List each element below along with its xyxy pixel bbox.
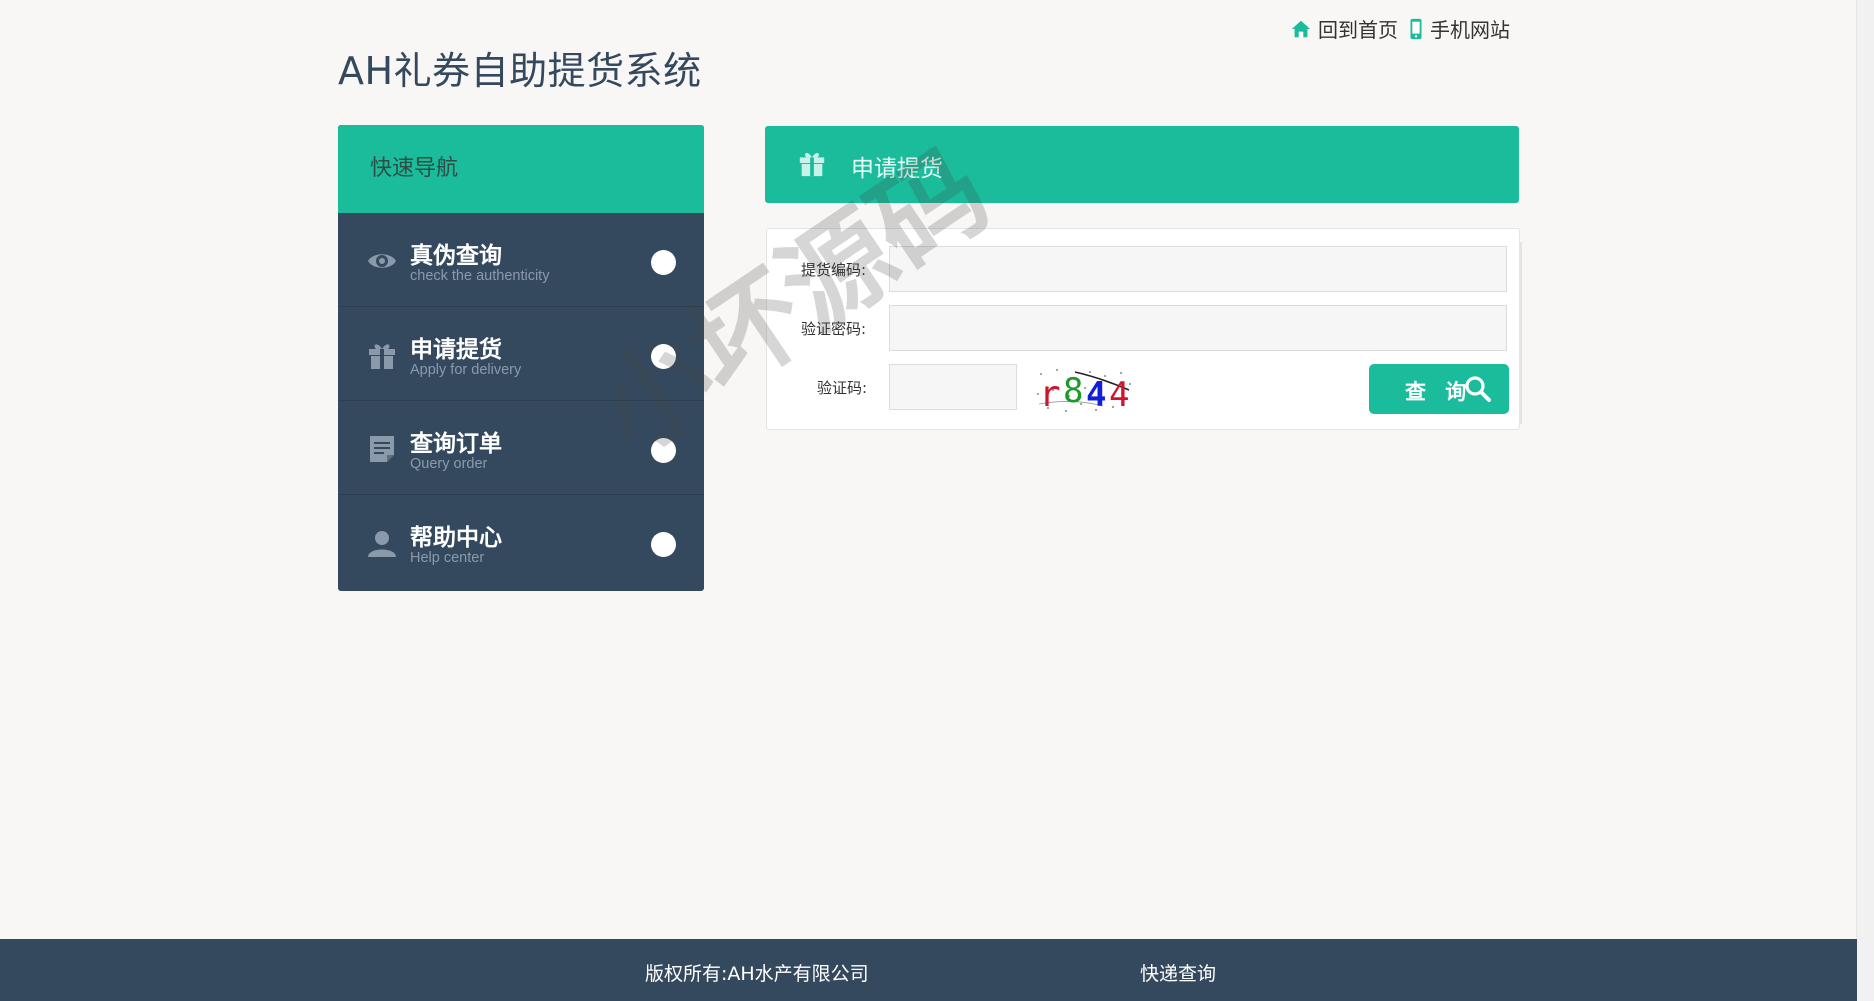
search-icon — [1465, 376, 1491, 402]
mobile-phone-icon — [1410, 18, 1422, 39]
copyright-text: 版权所有:AH水产有限公司 — [645, 963, 869, 985]
eye-icon — [368, 254, 396, 268]
query-button-label: 查 询 — [1405, 380, 1473, 404]
top-links: 回到首页 手机网站 — [1290, 14, 1520, 43]
nav-item-help-center[interactable]: 帮助中心 Help center — [338, 495, 704, 588]
nav-item-title: 帮助中心 — [410, 525, 502, 551]
nav-item-query-order[interactable]: 查询订单 Query order — [338, 401, 704, 495]
nav-item-indicator — [651, 344, 676, 369]
nav-item-title: 查询订单 — [410, 431, 502, 457]
nav-item-indicator — [651, 532, 676, 557]
quick-nav-header: 快速导航 — [338, 125, 704, 213]
panel-title: 申请提货 — [851, 156, 943, 182]
nav-item-authenticity[interactable]: 真伪查询 check the authenticity — [338, 213, 704, 307]
verify-password-input[interactable] — [889, 305, 1507, 351]
home-link-label: 回到首页 — [1318, 18, 1398, 42]
apply-delivery-panel-header: 申请提货 — [765, 126, 1519, 203]
home-icon — [1291, 20, 1311, 37]
vertical-scrollbar[interactable] — [1856, 0, 1874, 1001]
home-link[interactable]: 回到首页 — [1290, 14, 1398, 43]
nav-item-title: 真伪查询 — [410, 243, 502, 269]
nav-item-subtitle: Help center — [410, 550, 485, 566]
delivery-code-label: 提货编码: — [801, 261, 867, 279]
site-title: AH礼券自助提货系统 — [338, 49, 702, 93]
mobile-site-label: 手机网站 — [1430, 18, 1510, 42]
svg-text:8: 8 — [1063, 371, 1083, 411]
delivery-form: 提货编码: 验证密码: 验证码: r 8 4 4 查 询 — [766, 228, 1520, 430]
nav-item-subtitle: Query order — [410, 456, 488, 472]
nav-item-apply-delivery[interactable]: 申请提货 Apply for delivery — [338, 307, 704, 401]
captcha-image[interactable]: r 8 4 4 — [1033, 364, 1133, 416]
verify-password-label: 验证密码: — [801, 320, 867, 338]
nav-item-indicator — [651, 250, 676, 275]
quick-nav-sidebar: 快速导航 真伪查询 check the authenticity 申请提货 Ap… — [338, 125, 704, 591]
captcha-label: 验证码: — [817, 379, 868, 397]
captcha-input[interactable] — [889, 364, 1017, 410]
express-query-link[interactable]: 快递查询 — [1140, 959, 1216, 986]
gift-icon — [799, 153, 825, 177]
nav-item-indicator — [651, 438, 676, 463]
svg-text:4: 4 — [1109, 375, 1129, 415]
mobile-site-link[interactable]: 手机网站 — [1408, 14, 1510, 43]
user-icon — [368, 531, 396, 557]
footer: 版权所有:AH水产有限公司 快递查询 — [0, 939, 1857, 1001]
svg-text:r: r — [1039, 374, 1061, 415]
nav-item-subtitle: check the authenticity — [410, 268, 550, 284]
query-button[interactable]: 查 询 — [1369, 364, 1509, 414]
document-icon — [370, 436, 394, 462]
nav-item-title: 申请提货 — [410, 337, 502, 363]
gift-icon — [369, 344, 395, 369]
delivery-code-input[interactable] — [889, 246, 1507, 292]
svg-text:4: 4 — [1086, 375, 1106, 415]
nav-item-subtitle: Apply for delivery — [410, 362, 522, 378]
